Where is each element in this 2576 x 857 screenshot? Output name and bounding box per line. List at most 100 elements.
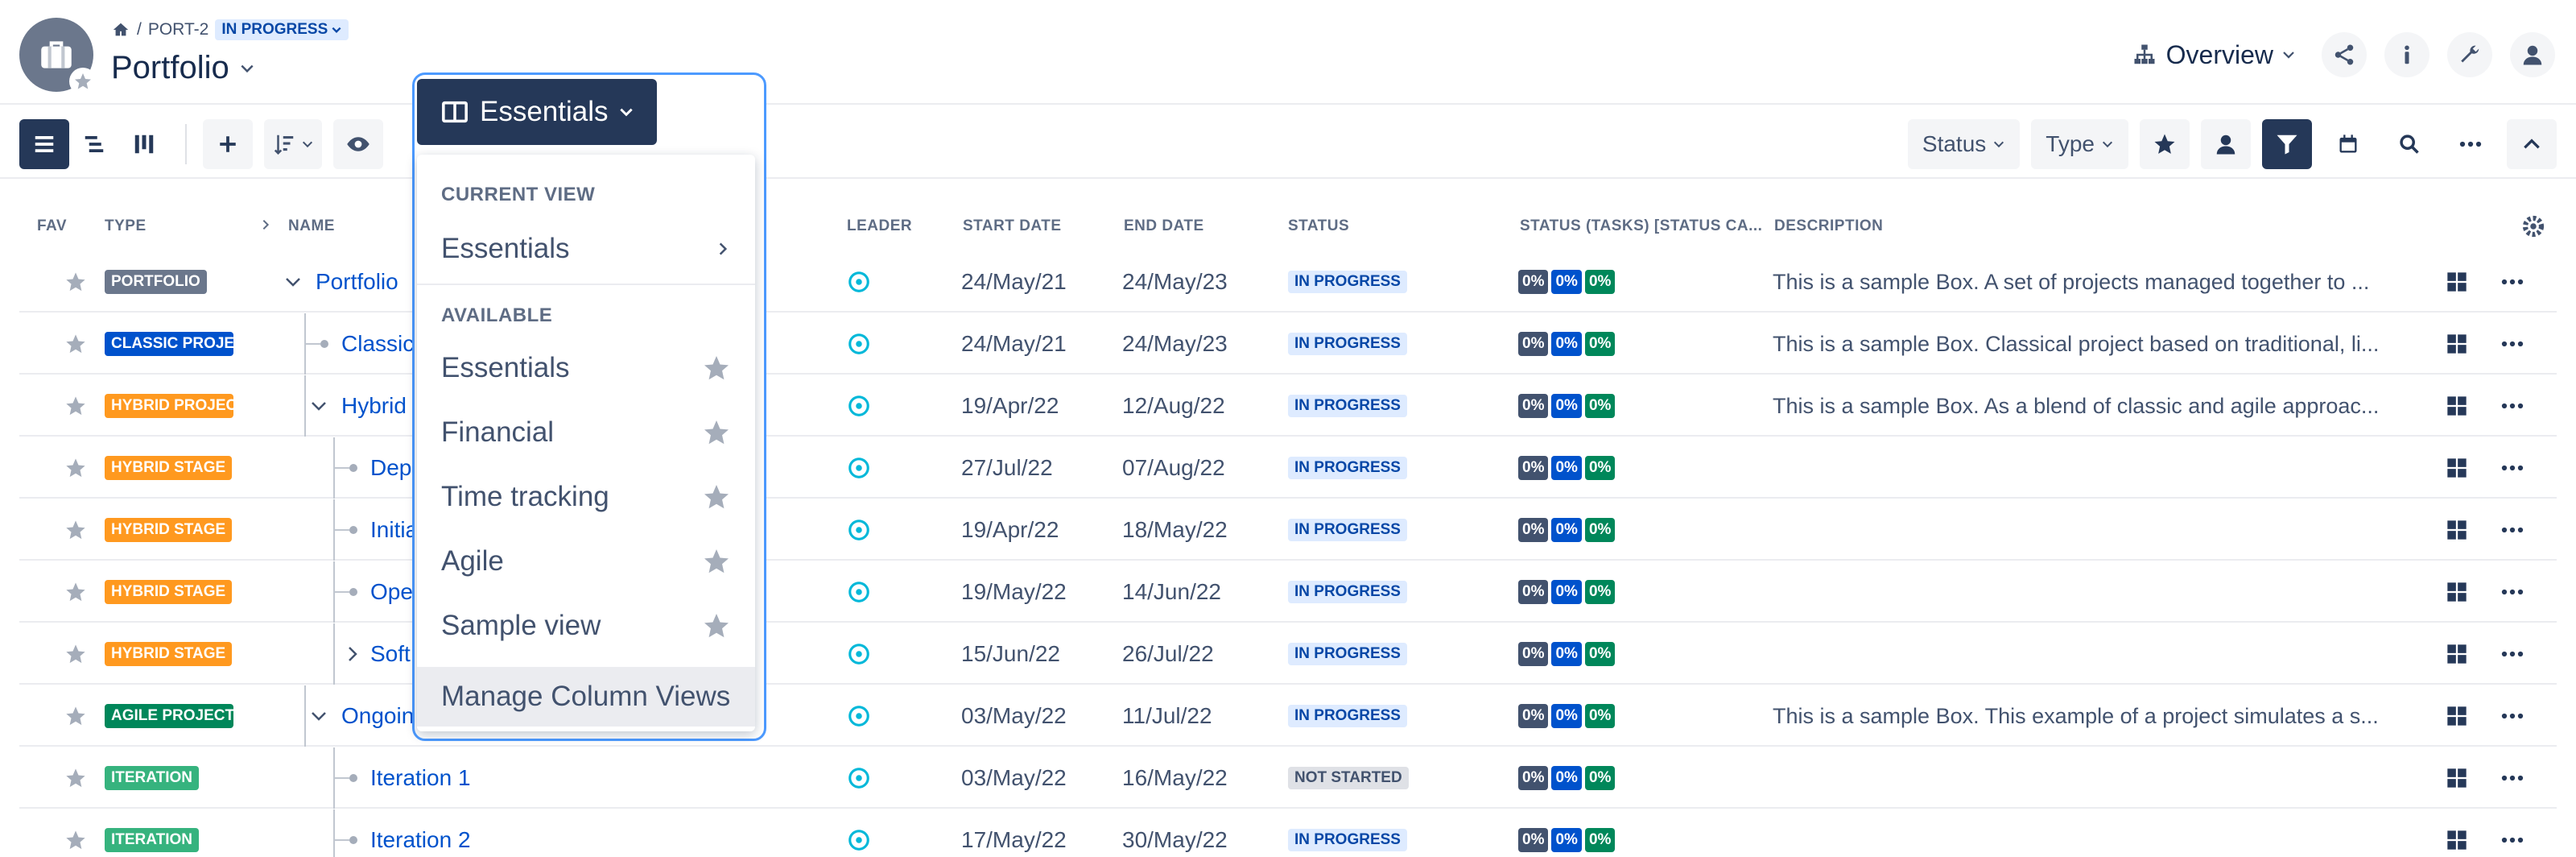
manage-column-views-item[interactable]: Manage Column Views — [417, 667, 755, 727]
column-view-option[interactable]: Sample view — [417, 596, 755, 656]
leader-avatar-icon[interactable] — [847, 747, 871, 809]
leader-avatar-icon[interactable] — [847, 499, 871, 561]
search-button[interactable] — [2384, 119, 2434, 169]
sort-button[interactable] — [264, 119, 322, 169]
column-leader[interactable]: LEADER — [847, 217, 912, 235]
leader-avatar-icon[interactable] — [847, 685, 871, 747]
tree-view-button[interactable] — [69, 119, 119, 169]
column-fav[interactable]: FAV — [37, 217, 67, 235]
row-more-icon[interactable] — [2500, 561, 2524, 623]
column-description[interactable]: DESCRIPTION — [1774, 217, 1883, 235]
column-type[interactable]: TYPE — [105, 217, 147, 235]
column-start-date[interactable]: START DATE — [963, 217, 1062, 235]
item-name-link[interactable]: Ongoin — [341, 703, 414, 729]
table-row[interactable]: AGILE PROJECT Ongoin 03/May/22 11/Jul/22… — [19, 685, 2557, 747]
table-row[interactable]: CLASSIC PROJE Classic 24/May/21 24/May/2… — [19, 313, 2557, 375]
page-title[interactable]: Portfolio — [111, 50, 255, 86]
status-badge[interactable]: IN PROGRESS — [1288, 271, 1407, 293]
column-view-trigger[interactable]: Essentials — [417, 79, 657, 145]
chevron-down-icon[interactable] — [283, 272, 303, 292]
calendar-button[interactable] — [2323, 119, 2373, 169]
column-view-option[interactable]: Agile — [417, 532, 755, 591]
more-actions-button[interactable] — [2446, 119, 2496, 169]
grid-view-icon[interactable] — [2446, 375, 2468, 437]
column-status-tasks[interactable]: STATUS (TASKS) [STATUS CA... — [1520, 217, 1762, 235]
leader-avatar-icon[interactable] — [847, 251, 871, 313]
home-icon[interactable] — [111, 21, 130, 39]
grid-view-icon[interactable] — [2446, 437, 2468, 499]
column-view-option[interactable]: Essentials — [417, 338, 755, 398]
item-name-link[interactable]: Ope — [370, 579, 413, 605]
favorites-filter-button[interactable] — [2140, 119, 2190, 169]
chevron-down-icon[interactable] — [309, 396, 328, 416]
current-view-item[interactable]: Essentials — [417, 219, 755, 279]
table-row[interactable]: PORTFOLIO Portfolio 24/May/21 24/May/23 … — [19, 251, 2557, 313]
leader-avatar-icon[interactable] — [847, 437, 871, 499]
info-button[interactable] — [2384, 32, 2429, 77]
my-items-filter-button[interactable] — [2201, 119, 2251, 169]
table-row[interactable]: HYBRID STAGE Ope 19/May/22 14/Jun/22 IN … — [19, 561, 2557, 623]
grid-view-icon[interactable] — [2446, 499, 2468, 561]
row-more-icon[interactable] — [2500, 375, 2524, 437]
add-button[interactable] — [203, 119, 253, 169]
type-filter-button[interactable]: Type — [2031, 119, 2128, 169]
star-icon[interactable] — [702, 547, 731, 576]
grid-view-icon[interactable] — [2446, 251, 2468, 313]
favorite-star-icon[interactable] — [64, 561, 87, 623]
item-name-link[interactable]: Portfolio — [316, 269, 398, 295]
status-badge[interactable]: NOT STARTED — [1288, 767, 1409, 789]
star-icon[interactable] — [702, 611, 731, 640]
item-name-link[interactable]: Dep — [370, 455, 411, 481]
table-row[interactable]: HYBRID PROJEC Hybrid 19/Apr/22 12/Aug/22… — [19, 375, 2557, 437]
visibility-button[interactable] — [333, 119, 383, 169]
status-badge[interactable]: IN PROGRESS — [1288, 457, 1407, 479]
table-row[interactable]: HYBRID STAGE Soft 15/Jun/22 26/Jul/22 IN… — [19, 623, 2557, 685]
table-row[interactable]: HYBRID STAGE Initia 19/Apr/22 18/May/22 … — [19, 499, 2557, 561]
row-more-icon[interactable] — [2500, 809, 2524, 857]
row-more-icon[interactable] — [2500, 437, 2524, 499]
column-status[interactable]: STATUS — [1288, 217, 1349, 235]
favorite-star-icon[interactable] — [64, 499, 87, 561]
status-badge[interactable]: IN PROGRESS — [1288, 829, 1407, 851]
table-row[interactable]: ITERATION Iteration 1 03/May/22 16/May/2… — [19, 747, 2557, 809]
item-name-link[interactable]: Hybrid — [341, 393, 407, 419]
favorite-star-icon[interactable] — [64, 747, 87, 809]
leader-avatar-icon[interactable] — [847, 809, 871, 857]
row-more-icon[interactable] — [2500, 251, 2524, 313]
leader-avatar-icon[interactable] — [847, 623, 871, 685]
breadcrumb-key[interactable]: PORT-2 — [148, 20, 208, 39]
favorite-star-icon[interactable] — [64, 251, 87, 313]
status-badge[interactable]: IN PROGRESS — [1288, 519, 1407, 541]
status-filter-button[interactable]: Status — [1907, 119, 2021, 169]
gear-icon[interactable] — [2521, 214, 2545, 238]
leader-avatar-icon[interactable] — [847, 313, 871, 375]
row-more-icon[interactable] — [2500, 313, 2524, 375]
column-end-date[interactable]: END DATE — [1124, 217, 1204, 235]
user-button[interactable] — [2510, 32, 2555, 77]
board-view-button[interactable] — [119, 119, 169, 169]
settings-button[interactable] — [2447, 32, 2492, 77]
star-icon[interactable] — [702, 418, 731, 447]
status-badge[interactable]: IN PROGRESS — [1288, 705, 1407, 727]
chevron-down-icon[interactable] — [309, 706, 328, 726]
grid-view-icon[interactable] — [2446, 747, 2468, 809]
item-name-link[interactable]: Iteration 1 — [370, 765, 471, 791]
share-button[interactable] — [2322, 32, 2367, 77]
status-badge[interactable]: IN PROGRESS — [1288, 643, 1407, 665]
favorite-star-icon[interactable] — [64, 375, 87, 437]
status-badge[interactable]: IN PROGRESS — [1288, 395, 1407, 417]
table-row[interactable]: ITERATION Iteration 2 17/May/22 30/May/2… — [19, 809, 2557, 857]
item-name-link[interactable]: Iteration 2 — [370, 827, 471, 853]
leader-avatar-icon[interactable] — [847, 375, 871, 437]
item-name-link[interactable]: Soft — [370, 641, 411, 667]
grid-view-icon[interactable] — [2446, 623, 2468, 685]
row-more-icon[interactable] — [2500, 623, 2524, 685]
favorite-star-icon[interactable] — [64, 809, 87, 857]
row-more-icon[interactable] — [2500, 685, 2524, 747]
grid-view-icon[interactable] — [2446, 809, 2468, 857]
star-icon[interactable] — [702, 482, 731, 511]
table-row[interactable]: HYBRID STAGE Dep 27/Jul/22 07/Aug/22 IN … — [19, 437, 2557, 499]
column-view-option[interactable]: Financial — [417, 403, 755, 462]
collapse-toolbar-button[interactable] — [2507, 119, 2557, 169]
column-name[interactable]: NAME — [288, 217, 335, 235]
